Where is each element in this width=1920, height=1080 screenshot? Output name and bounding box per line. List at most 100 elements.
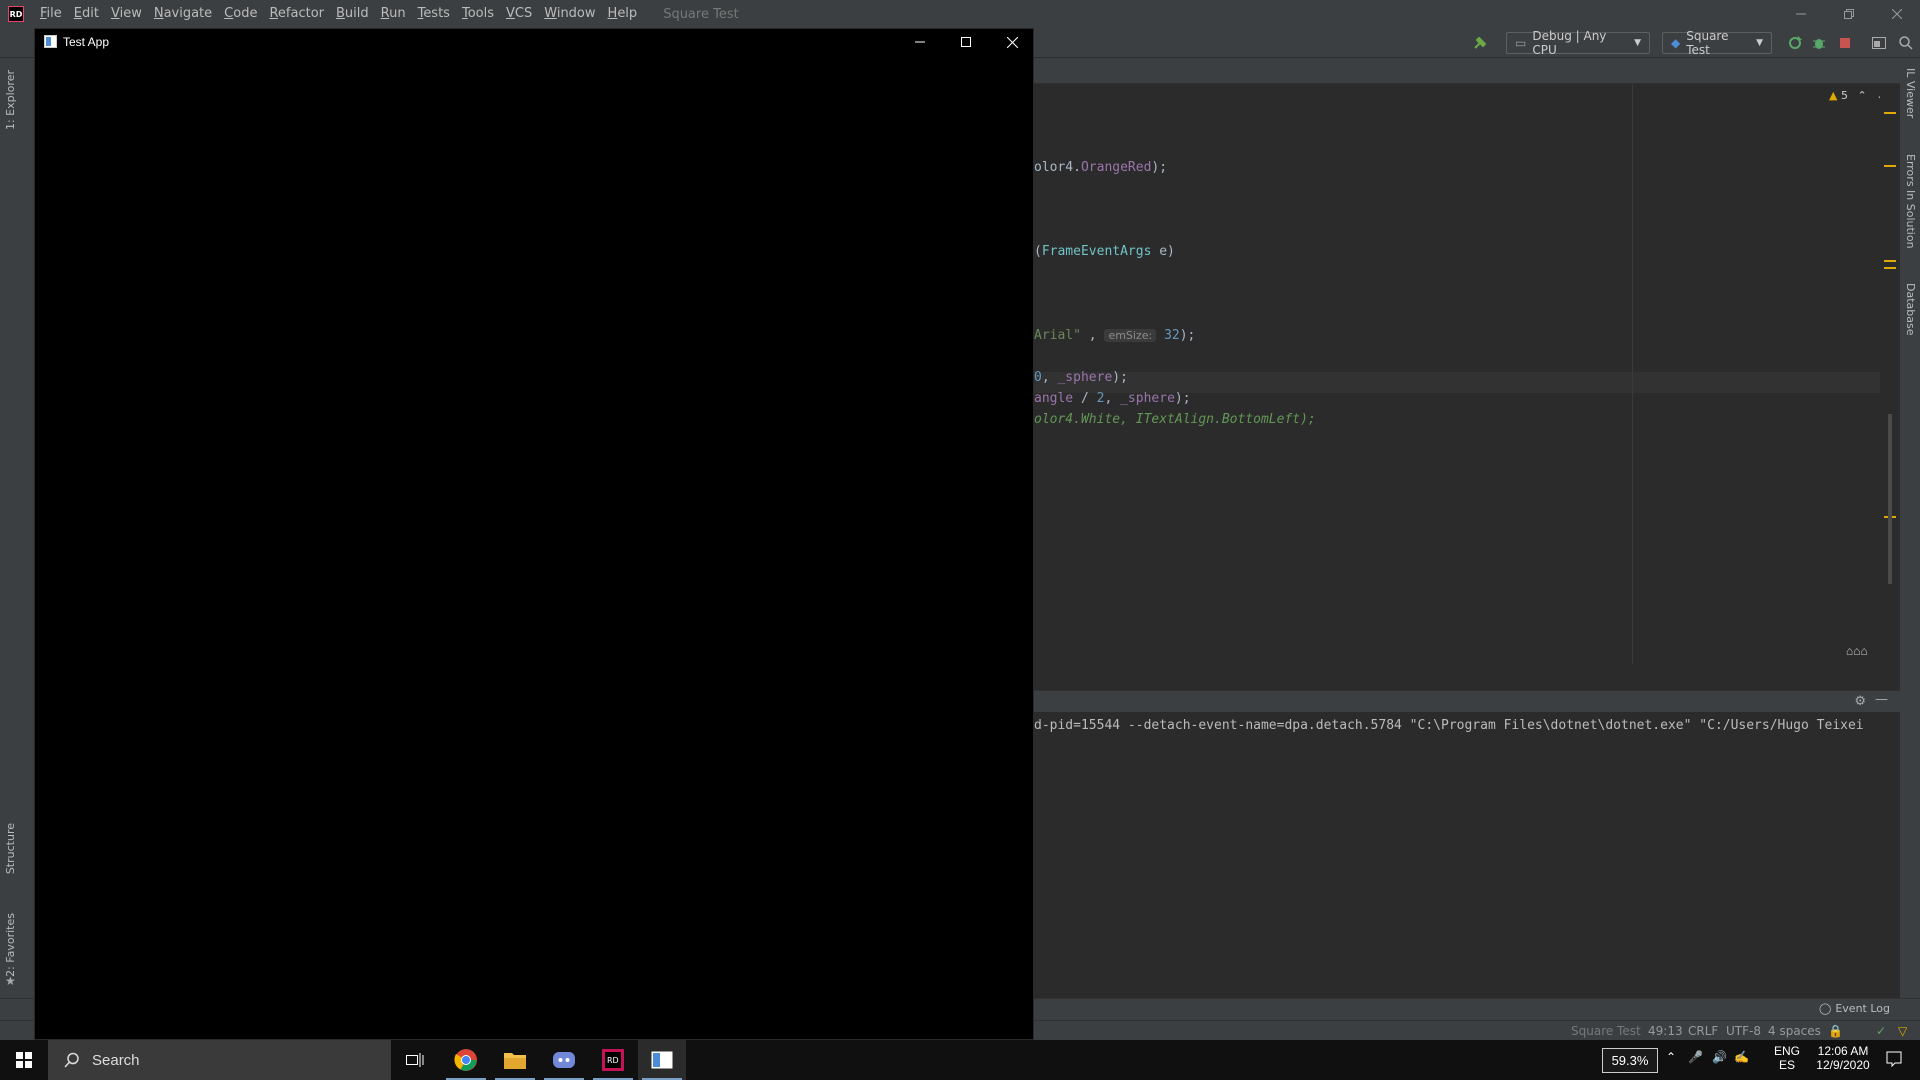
reader-mode-icon[interactable]: ⌂⌂⌂ bbox=[1846, 644, 1868, 658]
inspection-ok-icon[interactable]: ✓ bbox=[1876, 1024, 1886, 1038]
run-console[interactable]: d-pid=15544 --detach-event-name=dpa.deta… bbox=[1034, 712, 1900, 998]
stop-icon[interactable] bbox=[1837, 35, 1853, 51]
status-encoding[interactable]: UTF-8 bbox=[1726, 1024, 1761, 1038]
search-icon[interactable] bbox=[1898, 35, 1914, 51]
start-button[interactable] bbox=[0, 1040, 48, 1080]
code-token: ); bbox=[1179, 328, 1196, 343]
config-icon: ▭ bbox=[1515, 36, 1527, 50]
code-token: , bbox=[1104, 391, 1121, 406]
run-config-dropdown[interactable]: ◆ Square Test ▼ bbox=[1662, 29, 1772, 57]
windows-logo-icon bbox=[16, 1052, 32, 1068]
zoom-indicator[interactable]: 59.3% bbox=[1602, 1048, 1658, 1073]
test-app-window[interactable]: Test App bbox=[34, 28, 1034, 1040]
ide-restore-icon[interactable] bbox=[1826, 0, 1872, 28]
structure-tool-tab[interactable]: Structure bbox=[4, 823, 17, 874]
menu-navigate[interactable]: Navigate bbox=[148, 0, 218, 28]
star-icon: ★ bbox=[5, 974, 16, 988]
menu-help[interactable]: Help bbox=[602, 0, 644, 28]
ide-close-icon[interactable] bbox=[1874, 0, 1920, 28]
ide-minimize-icon[interactable] bbox=[1778, 0, 1824, 28]
code-token: ); bbox=[1174, 391, 1191, 406]
status-line-separator[interactable]: CRLF bbox=[1688, 1024, 1718, 1038]
code-token: Arial" bbox=[1034, 328, 1081, 343]
code-line: angle / 2, _sphere); bbox=[1034, 391, 1191, 406]
editor-tab-strip bbox=[1034, 58, 1920, 84]
status-caret-position[interactable]: 49:13 bbox=[1648, 1024, 1683, 1038]
chevron-up-icon[interactable]: ⌃ bbox=[1666, 1050, 1676, 1064]
rider-taskbar-icon[interactable]: RD bbox=[589, 1040, 637, 1080]
code-token: angle bbox=[1034, 391, 1074, 406]
test-app-taskbar-icon[interactable] bbox=[638, 1040, 686, 1080]
right-tool-window-bar: IL Viewer Errors In Solution Database bbox=[1900, 58, 1920, 1028]
menu-file[interactable]: File bbox=[34, 0, 68, 28]
chrome-icon[interactable] bbox=[442, 1040, 490, 1080]
file-explorer-icon[interactable] bbox=[491, 1040, 539, 1080]
favorites-tool-tab[interactable]: 2: Favorites bbox=[4, 913, 17, 977]
il-viewer-tool-tab[interactable]: IL Viewer bbox=[1904, 68, 1917, 118]
svg-text:RD: RD bbox=[607, 1056, 619, 1065]
explorer-tool-tab[interactable]: 1: Explorer bbox=[4, 70, 17, 130]
menu-bar: RD File Edit View Navigate Code Refactor Build… bbox=[0, 0, 1920, 28]
database-tool-tab[interactable]: Database bbox=[1904, 283, 1917, 336]
build-config-dropdown[interactable]: ▭ Debug | Any CPU ▼ bbox=[1506, 29, 1650, 57]
clock[interactable]: 12:06 AM 12/9/2020 bbox=[1808, 1044, 1878, 1072]
code-token: e) bbox=[1151, 244, 1175, 259]
render-viewport[interactable] bbox=[35, 55, 1033, 1039]
error-stripe[interactable] bbox=[1880, 84, 1900, 664]
taskbar-search[interactable]: Search bbox=[48, 1040, 391, 1080]
lock-icon[interactable]: 🔒 bbox=[1828, 1024, 1843, 1038]
menu-tests[interactable]: Tests bbox=[412, 0, 456, 28]
pen-icon[interactable]: ✍ bbox=[1734, 1050, 1749, 1064]
search-placeholder: Search bbox=[92, 1051, 140, 1069]
language-indicator[interactable]: ENG ES bbox=[1772, 1044, 1802, 1072]
settings-gear-icon[interactable]: ⚙ bbox=[1854, 694, 1866, 709]
menu-edit[interactable]: Edit bbox=[68, 0, 105, 28]
hide-panel-icon[interactable]: — bbox=[1875, 692, 1888, 707]
code-token: olor4. bbox=[1034, 160, 1081, 175]
rerun-icon[interactable] bbox=[1787, 35, 1803, 51]
menu-code[interactable]: Code bbox=[218, 0, 263, 28]
menu-build[interactable]: Build bbox=[330, 0, 375, 28]
layout-icon[interactable] bbox=[1871, 35, 1887, 51]
menu-window[interactable]: Window bbox=[538, 0, 601, 28]
menu-vcs[interactable]: VCS bbox=[500, 0, 538, 28]
notifications-icon[interactable] bbox=[1886, 1051, 1902, 1070]
code-token: _sphere bbox=[1057, 370, 1113, 385]
chevron-down-icon: ▼ bbox=[1634, 38, 1641, 48]
volume-icon[interactable]: 🔊 bbox=[1712, 1050, 1727, 1064]
editor-scrollbar-thumb[interactable] bbox=[1888, 414, 1892, 584]
maximize-icon[interactable] bbox=[943, 29, 989, 55]
menu-view[interactable]: View bbox=[105, 0, 148, 28]
run-config-icon: ◆ bbox=[1671, 36, 1681, 50]
minimize-icon[interactable] bbox=[897, 29, 943, 55]
event-log-tab[interactable]: ◯ Event Log bbox=[1819, 1002, 1890, 1015]
menu-tools[interactable]: Tools bbox=[456, 0, 500, 28]
menu-refactor[interactable]: Refactor bbox=[263, 0, 330, 28]
project-title: Square Test bbox=[663, 6, 739, 22]
code-line: 0, _sphere); bbox=[1034, 370, 1128, 385]
menu-run[interactable]: Run bbox=[375, 0, 412, 28]
warnings-indicator[interactable]: ▲ 5 ⌃ ⌄ bbox=[1829, 89, 1885, 102]
explorer-panel-edge bbox=[22, 58, 34, 1028]
test-app-titlebar[interactable]: Test App bbox=[35, 29, 1033, 55]
errors-tool-tab[interactable]: Errors In Solution bbox=[1904, 154, 1917, 249]
rider-logo-icon: RD bbox=[8, 6, 24, 22]
build-hammer-icon[interactable] bbox=[1472, 35, 1488, 51]
code-token: ( bbox=[1034, 244, 1042, 259]
windows-taskbar: Search RD 59.3% ⌃ 🎤 🔊 ✍ ENG ES 12:06 AM … bbox=[0, 1040, 1920, 1080]
chevron-down-icon: ▼ bbox=[1756, 38, 1763, 48]
code-editor[interactable]: ▲ 5 ⌃ ⌄ ⌂⌂⌂ olor4.OrangeRed); (FrameEvent… bbox=[1034, 84, 1900, 664]
task-view-icon[interactable] bbox=[391, 1040, 439, 1080]
chevron-up-icon[interactable]: ⌃ bbox=[1857, 89, 1866, 102]
app-window-icon bbox=[44, 35, 57, 48]
microphone-icon[interactable]: 🎤 bbox=[1688, 1050, 1703, 1064]
code-token: , bbox=[1041, 370, 1058, 385]
discord-icon[interactable] bbox=[540, 1040, 588, 1080]
close-icon[interactable] bbox=[989, 29, 1035, 55]
filter-icon[interactable]: ▽ bbox=[1898, 1024, 1907, 1038]
debug-bug-icon[interactable] bbox=[1811, 35, 1827, 51]
status-indent[interactable]: 4 spaces bbox=[1768, 1024, 1821, 1038]
code-token: / bbox=[1073, 391, 1097, 406]
code-token: 32 bbox=[1164, 328, 1180, 343]
